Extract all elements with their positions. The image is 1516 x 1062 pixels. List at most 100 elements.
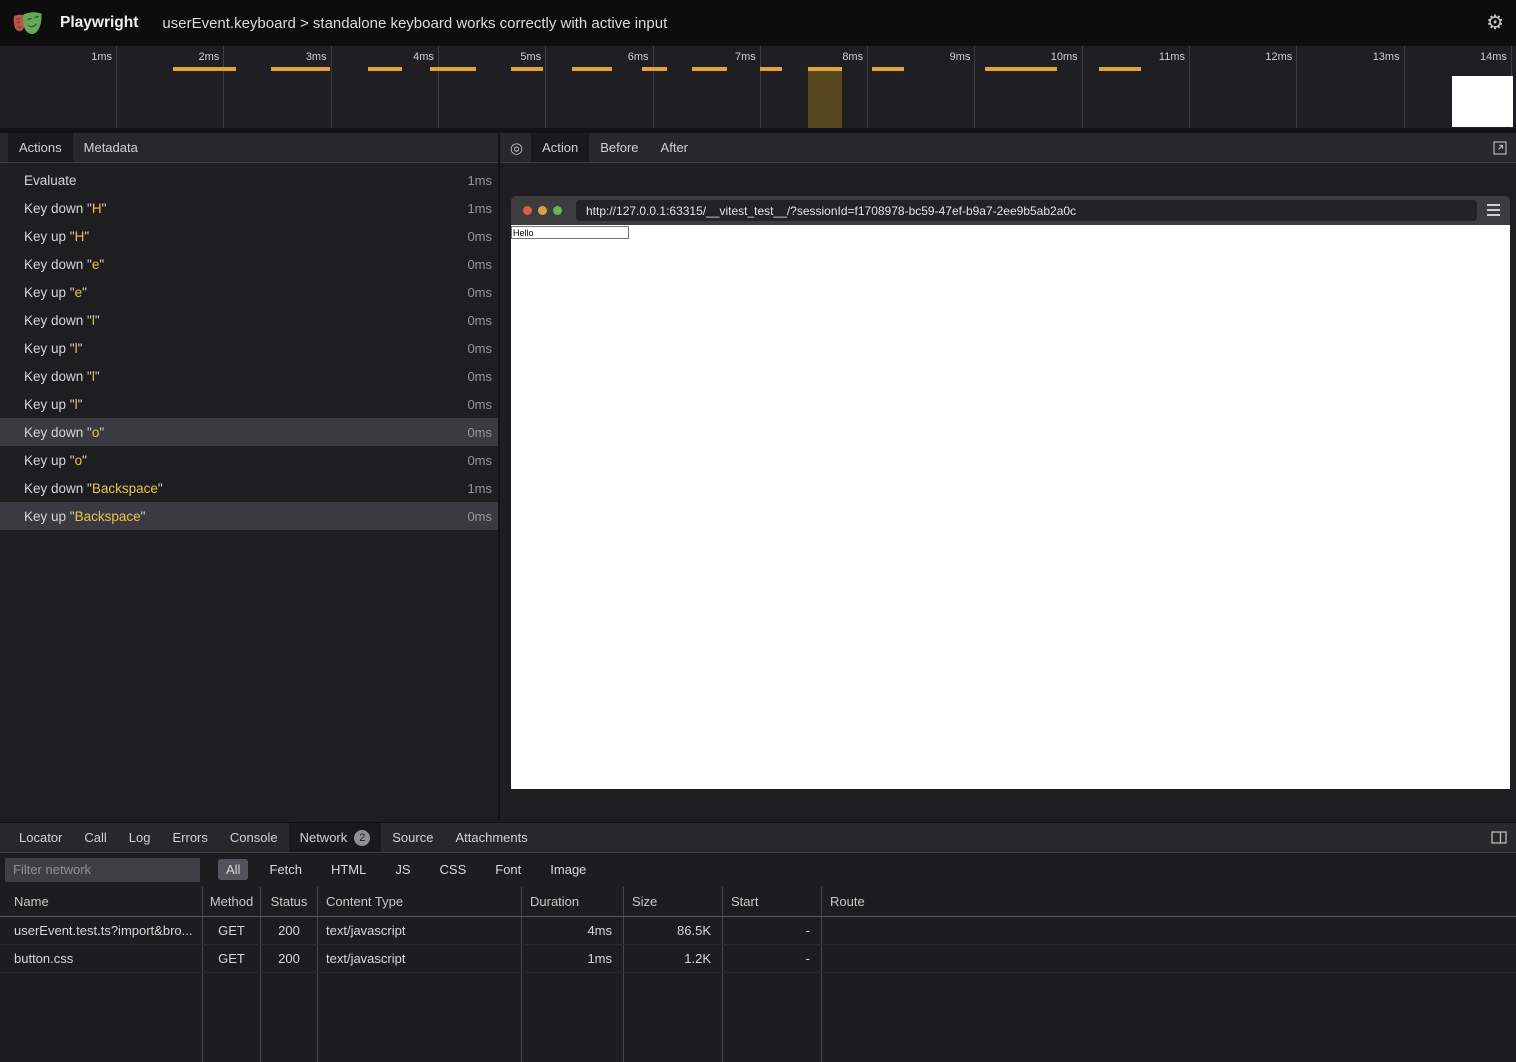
network-table: NameMethodStatusContent TypeDurationSize…: [0, 887, 1516, 1062]
timeline-tick-label: 8ms: [819, 51, 863, 63]
timeline-tick-label: 3ms: [283, 51, 327, 63]
action-list-item[interactable]: Key down "o" 0ms: [0, 418, 498, 446]
cell: button.css: [0, 945, 203, 972]
timeline-gridline: [545, 46, 546, 128]
timeline-action-bar: [271, 67, 330, 71]
tab-attachments[interactable]: Attachments: [444, 823, 538, 852]
cell: text/javascript: [318, 917, 522, 944]
action-list-item[interactable]: Key up "o"0ms: [0, 446, 498, 474]
tab-label: Errors: [172, 830, 207, 845]
filter-chip-fetch[interactable]: Fetch: [261, 859, 310, 880]
action-list-item[interactable]: Key up "l"0ms: [0, 390, 498, 418]
tab-console[interactable]: Console: [219, 823, 289, 852]
network-request-row[interactable]: button.cssGET200text/javascript1ms1.2K-: [0, 945, 1516, 973]
network-table-header: NameMethodStatusContent TypeDurationSize…: [0, 887, 1516, 917]
tab-source[interactable]: Source: [381, 823, 444, 852]
action-list-item[interactable]: Key down "Backspace"1ms: [0, 474, 498, 502]
key-value: e: [92, 257, 100, 272]
tab-after[interactable]: After: [650, 133, 699, 162]
tab-action[interactable]: Action: [531, 133, 589, 162]
timeline-action-bar: [430, 67, 476, 71]
action-title: Key down "o": [24, 425, 104, 440]
tab-label: Log: [129, 830, 151, 845]
tab-metadata[interactable]: Metadata: [73, 133, 149, 162]
action-list-item[interactable]: Key up "Backspace" 0ms: [0, 502, 498, 530]
timeline[interactable]: 1ms2ms3ms4ms5ms6ms7ms8ms9ms10ms11ms12ms1…: [0, 46, 1516, 128]
cell: 200: [261, 945, 318, 972]
action-list-item[interactable]: Key down "l"0ms: [0, 362, 498, 390]
toggle-split-view-icon[interactable]: [1491, 831, 1507, 844]
browser-menu-icon: [1487, 204, 1500, 216]
timeline-selected-action-bar[interactable]: [808, 67, 842, 128]
resource-type-filters: All Fetch HTML JS CSS Font Image: [218, 859, 607, 880]
column-header-content-type[interactable]: Content Type: [318, 887, 522, 916]
cell: [203, 973, 261, 1062]
column-header-method[interactable]: Method: [203, 887, 261, 916]
tab-locator[interactable]: Locator: [8, 823, 73, 852]
action-title: Key up "l": [24, 397, 82, 412]
key-value: e: [75, 285, 83, 300]
filter-chip-js[interactable]: JS: [387, 859, 418, 880]
pick-locator-target-icon[interactable]: ◎: [510, 139, 523, 157]
timeline-gridline: [653, 46, 654, 128]
tab-label: Source: [392, 830, 433, 845]
filter-chip-css[interactable]: CSS: [432, 859, 475, 880]
address-bar: http://127.0.0.1:63315/__vitest_test__/?…: [576, 200, 1477, 221]
network-request-row[interactable]: userEvent.test.ts?import&bro...GET200tex…: [0, 917, 1516, 945]
timeline-action-bar: [642, 67, 667, 71]
app-title: Playwright: [60, 14, 138, 32]
action-list-item[interactable]: Key up "l"0ms: [0, 334, 498, 362]
action-title: Key up "o": [24, 453, 87, 468]
settings-gear-icon[interactable]: ⚙: [1486, 13, 1504, 33]
trace-viewer: Playwright userEvent.keyboard > standalo…: [0, 0, 1516, 1062]
timeline-action-bar: [572, 67, 612, 71]
tab-label: Action: [542, 140, 578, 155]
action-duration: 0ms: [467, 425, 492, 440]
filter-chip-html[interactable]: HTML: [323, 859, 374, 880]
snapshot-tabbar: ◎ Action Before After: [500, 133, 1516, 163]
spacer: [0, 823, 8, 852]
tab-errors[interactable]: Errors: [161, 823, 218, 852]
main-split: ActionsMetadata Evaluate 1ms Key down "H"1…: [0, 133, 1516, 822]
action-list-item[interactable]: Key up "H"0ms: [0, 222, 498, 250]
tab-log[interactable]: Log: [118, 823, 162, 852]
timeline-tick-label: 1ms: [68, 51, 112, 63]
tab-call[interactable]: Call: [73, 823, 117, 852]
action-list-item[interactable]: Key up "e"0ms: [0, 278, 498, 306]
key-value: o: [75, 453, 83, 468]
action-duration: 0ms: [467, 313, 492, 328]
filter-chip-image[interactable]: Image: [542, 859, 594, 880]
network-count-badge: 2: [354, 830, 370, 846]
filter-network-input[interactable]: [5, 858, 200, 882]
column-header-duration[interactable]: Duration: [522, 887, 624, 916]
action-title: Key up "Backspace": [24, 509, 145, 524]
tab-before[interactable]: Before: [589, 133, 649, 162]
column-header-start[interactable]: Start: [723, 887, 822, 916]
open-in-new-window-icon[interactable]: [1493, 141, 1507, 155]
action-list-item[interactable]: Key down "H"1ms: [0, 194, 498, 222]
action-list-item[interactable]: Key down "l"0ms: [0, 306, 498, 334]
column-header-name[interactable]: Name: [0, 887, 203, 916]
action-duration: 0ms: [467, 257, 492, 272]
action-list-item[interactable]: Key down "e"0ms: [0, 250, 498, 278]
timeline-gridline: [1404, 46, 1405, 128]
cell: 1ms: [522, 945, 624, 972]
column-header-status[interactable]: Status: [261, 887, 318, 916]
details-panel: LocatorCall Log Errors ConsoleNetwork2 Sourc…: [0, 822, 1516, 1062]
tab-label: Before: [600, 140, 638, 155]
timeline-action-bar: [368, 67, 402, 71]
action-duration: 1ms: [467, 173, 492, 188]
cell: GET: [203, 917, 261, 944]
key-value: H: [92, 201, 102, 216]
action-title: Evaluate: [24, 173, 77, 188]
text-input[interactable]: [511, 226, 629, 239]
column-header-size[interactable]: Size: [624, 887, 723, 916]
timeline-gridline: [438, 46, 439, 128]
tab-network[interactable]: Network2: [289, 823, 382, 852]
action-list-item[interactable]: Evaluate 1ms: [0, 166, 498, 194]
action-duration: 0ms: [467, 509, 492, 524]
column-header-route[interactable]: Route: [822, 887, 1516, 916]
filter-chip-all[interactable]: All: [218, 859, 248, 880]
tab-actions[interactable]: Actions: [8, 133, 73, 162]
filter-chip-font[interactable]: Font: [487, 859, 529, 880]
